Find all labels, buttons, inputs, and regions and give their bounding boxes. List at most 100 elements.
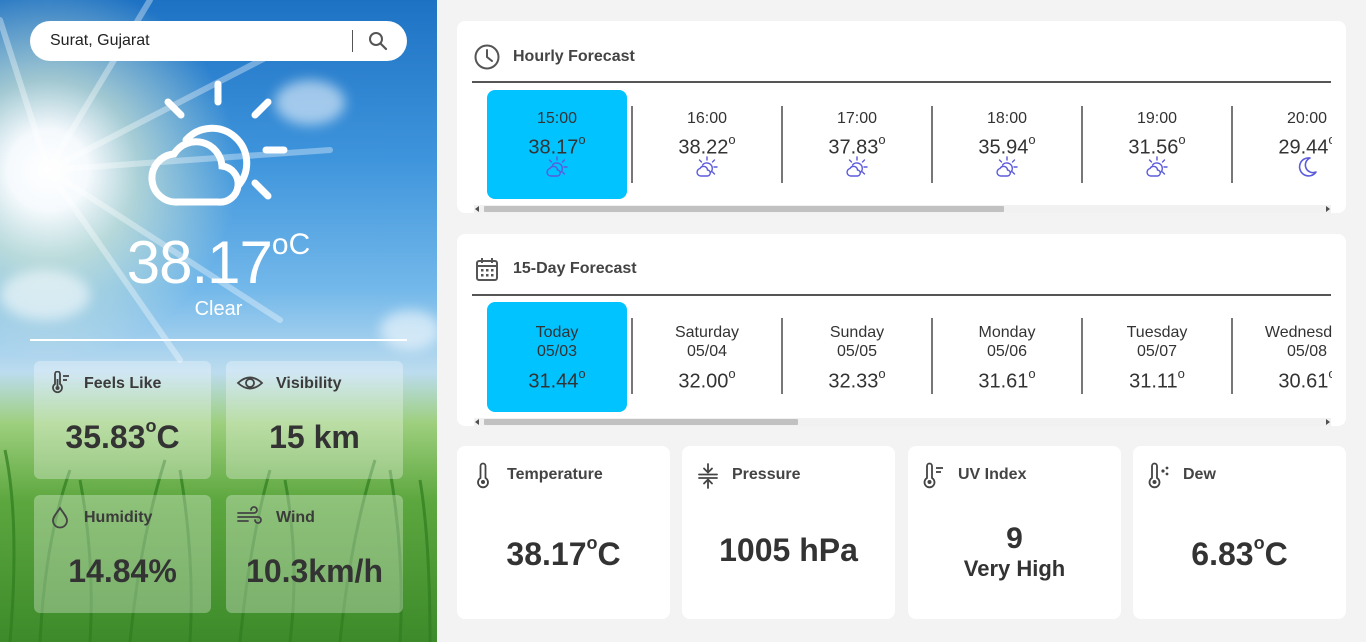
pressure-icon <box>698 463 718 489</box>
daily-date: 05/04 <box>686 343 728 360</box>
visibility-tile: Visibility 15 km <box>226 361 403 479</box>
search-bar <box>30 21 407 61</box>
degree-symbol: o <box>878 132 886 147</box>
feels-like-number: 35.83 <box>65 419 146 455</box>
daily-scrollbar[interactable] <box>474 418 1331 426</box>
hourly-time: 17:00 <box>836 110 878 127</box>
pressure-value: 1005 hPa <box>719 532 858 568</box>
scroll-left-arrow[interactable] <box>475 419 479 425</box>
hourly-scrollbar[interactable] <box>474 205 1331 213</box>
uv-index-label: UV Index <box>958 466 1027 483</box>
separator <box>631 318 633 394</box>
daily-item[interactable]: Today 05/03 31.44o <box>487 302 627 412</box>
degree-symbol: o <box>728 132 736 147</box>
hourly-item[interactable]: 18:00 35.94o <box>937 90 1077 199</box>
visibility-label: Visibility <box>276 375 342 392</box>
hourly-item[interactable]: 19:00 31.56o <box>1087 90 1227 199</box>
temperature-unit: C <box>597 536 621 572</box>
dew-card: Dew 6.83oC <box>1133 446 1346 619</box>
pressure-label: Pressure <box>732 466 801 483</box>
daily-day: Wednesday <box>1264 324 1332 341</box>
temperature-card: Temperature 38.17oC <box>457 446 670 619</box>
daily-item[interactable]: Monday 05/06 31.61o <box>937 302 1077 412</box>
hourly-time: 16:00 <box>686 110 728 127</box>
daily-temp: 31.44o <box>487 366 627 394</box>
dew-label: Dew <box>1183 466 1216 483</box>
hourly-forecast-header: Hourly Forecast <box>473 43 635 71</box>
scroll-left-arrow[interactable] <box>475 206 479 212</box>
scroll-thumb[interactable] <box>484 206 1004 212</box>
clock-icon <box>474 44 500 70</box>
dew-thermometer-icon <box>1148 462 1169 489</box>
uv-index-level: Very High <box>963 556 1066 581</box>
current-temperature-unit: oC <box>271 228 311 261</box>
degree-symbol: o <box>1328 132 1332 147</box>
daily-temp-value: 30.61 <box>1278 370 1329 393</box>
separator <box>1231 318 1233 394</box>
separator <box>781 318 783 394</box>
separator <box>1081 106 1083 183</box>
sun-cloud-icon <box>846 156 868 177</box>
hourly-forecast-title: Hourly Forecast <box>513 48 635 65</box>
divider <box>472 294 1331 296</box>
hourly-item[interactable]: 20:00 29.44o <box>1237 90 1332 199</box>
visibility-value: 15 km <box>269 419 360 455</box>
hourly-time: 18:00 <box>986 110 1028 127</box>
degree-symbol: o <box>1178 132 1186 147</box>
hourly-item[interactable]: 15:00 38.17o <box>487 90 627 199</box>
feels-like-value: 35.83oC <box>34 416 211 456</box>
search-divider <box>352 30 353 52</box>
daily-item[interactable]: Tuesday 05/07 31.11o <box>1087 302 1227 412</box>
daily-temp: 32.00o <box>637 366 777 394</box>
daily-temp-value: 32.33 <box>828 370 879 393</box>
search-icon[interactable] <box>366 29 390 53</box>
daily-temp: 31.61o <box>937 366 1077 394</box>
daily-date: 05/07 <box>1136 343 1178 360</box>
thermometer-icon <box>52 371 69 394</box>
daily-day: Tuesday <box>1126 324 1188 341</box>
wind-label: Wind <box>276 509 315 526</box>
daily-day: Monday <box>978 324 1036 341</box>
current-temperature-value: 38.17 <box>126 229 273 296</box>
separator <box>1081 318 1083 394</box>
scroll-right-arrow[interactable] <box>1326 419 1330 425</box>
temperature-value: 38.17oC <box>457 533 670 573</box>
scroll-right-arrow[interactable] <box>1326 206 1330 212</box>
degree-symbol: o <box>578 366 586 381</box>
wind-tile: Wind 10.3km/h <box>226 495 403 613</box>
humidity-tile: Humidity 14.84% <box>34 495 211 613</box>
feels-like-unit: C <box>156 419 180 455</box>
daily-forecast-title: 15-Day Forecast <box>513 260 637 277</box>
daily-item[interactable]: Saturday 05/04 32.00o <box>637 302 777 412</box>
daily-temp-value: 31.11 <box>1129 370 1178 393</box>
degree-symbol: o <box>578 132 586 147</box>
uv-index-value: 9 <box>1006 522 1023 555</box>
daily-date: 05/06 <box>986 343 1028 360</box>
daily-item[interactable]: Wednesday 05/08 30.61o <box>1237 302 1332 412</box>
daily-list[interactable]: Today 05/03 31.44o Saturday 05/04 32.00o… <box>487 302 1332 412</box>
daily-forecast-header: 15-Day Forecast <box>473 255 637 283</box>
droplet-icon <box>52 506 68 529</box>
daily-temp: 30.61o <box>1237 366 1332 394</box>
separator <box>931 318 933 394</box>
calendar-icon <box>476 258 498 281</box>
separator <box>1231 106 1233 183</box>
daily-day: Today <box>535 324 579 341</box>
daily-date: 05/03 <box>536 343 578 360</box>
hourly-list[interactable]: 15:00 38.17o 16:00 38.22o 17:00 37.83o 1… <box>487 90 1332 199</box>
daily-day: Sunday <box>829 324 885 341</box>
hourly-item[interactable]: 16:00 38.22o <box>637 90 777 199</box>
scroll-thumb[interactable] <box>484 419 798 425</box>
degree-symbol: o <box>1028 132 1036 147</box>
moon-icon <box>1298 157 1317 177</box>
hourly-item[interactable]: 17:00 37.83o <box>787 90 927 199</box>
uv-thermometer-icon <box>923 462 943 489</box>
daily-temp-value: 32.00 <box>678 370 729 393</box>
degree-symbol: o <box>878 366 886 381</box>
humidity-value: 14.84% <box>68 553 177 589</box>
daily-date: 05/05 <box>836 343 878 360</box>
daily-temp-value: 31.61 <box>978 370 1029 393</box>
sun-cloud-icon <box>696 156 718 177</box>
location-search-input[interactable] <box>30 21 350 61</box>
daily-item[interactable]: Sunday 05/05 32.33o <box>787 302 927 412</box>
